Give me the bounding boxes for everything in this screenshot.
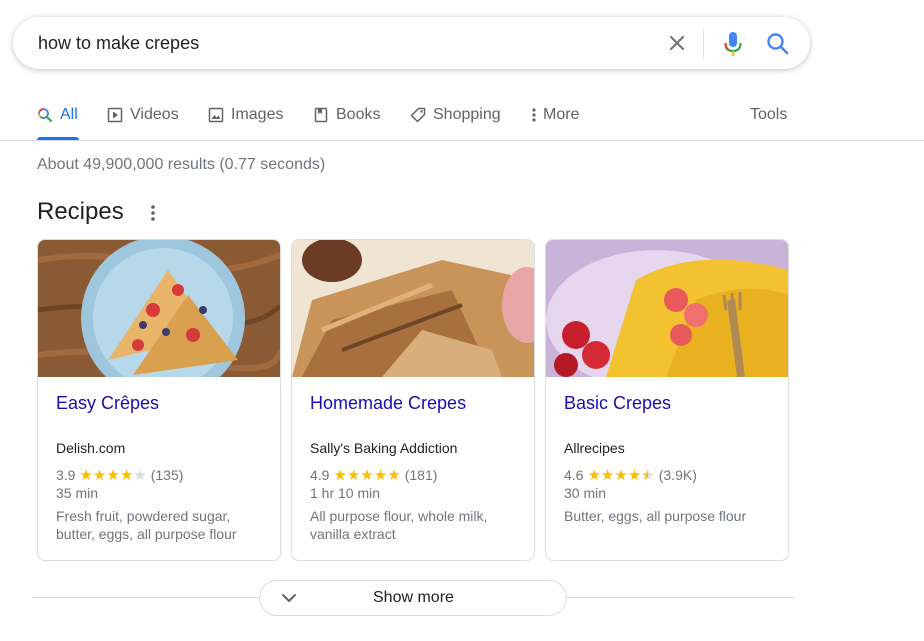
- review-count: (181): [404, 467, 438, 483]
- recipe-title[interactable]: Easy Crêpes: [56, 393, 159, 414]
- rating-value: 4.9: [310, 467, 330, 483]
- tools-button[interactable]: Tools: [750, 106, 787, 124]
- star-icon: ★: [333, 466, 347, 484]
- recipe-title[interactable]: Basic Crepes: [564, 393, 671, 414]
- search-divider: [703, 29, 704, 59]
- rating-value: 4.6: [564, 467, 584, 483]
- rating-value: 3.9: [56, 467, 76, 483]
- recipe-image: [292, 240, 534, 377]
- recipe-ingredients: Butter, eggs, all purpose flour: [564, 508, 747, 524]
- star-icon: ★: [119, 466, 134, 484]
- tab-label: More: [543, 106, 580, 123]
- tab-label: Books: [336, 106, 381, 123]
- tabs-divider: [0, 140, 924, 141]
- tab-shopping[interactable]: Shopping: [410, 106, 501, 124]
- star-icon: ★: [587, 466, 601, 484]
- tab-all[interactable]: All: [37, 106, 78, 124]
- recipe-image: [38, 240, 280, 377]
- show-more-button[interactable]: Show more: [259, 580, 567, 616]
- tab-label: Images: [231, 106, 284, 123]
- star-icon: ★: [133, 466, 147, 484]
- recipe-time: 35 min: [56, 485, 99, 501]
- star-icon: ★: [600, 466, 615, 484]
- recipe-time: 1 hr 10 min: [310, 485, 381, 501]
- book-icon: [314, 107, 328, 123]
- review-count: (135): [150, 467, 184, 483]
- tools-label: Tools: [750, 106, 788, 123]
- search-input[interactable]: how to make crepes: [38, 33, 199, 54]
- star-icon: ★: [79, 466, 93, 484]
- mic-icon[interactable]: [721, 29, 745, 59]
- search-tabs: All Videos Images Books Shopping More To…: [0, 96, 924, 140]
- more-vert-icon: [532, 108, 536, 122]
- star-icon: ★: [92, 466, 107, 484]
- star-icon: ★: [346, 466, 361, 484]
- recipe-image: [546, 240, 788, 377]
- recipe-ingredients: All purpose flour, whole milk, vanilla e…: [310, 508, 488, 542]
- play-icon: [107, 107, 123, 123]
- recipe-time: 30 min: [564, 485, 607, 501]
- tab-label: Shopping: [433, 106, 501, 123]
- more-vert-icon[interactable]: [146, 203, 160, 223]
- result-stats: About 49,900,000 results (0.77 seconds): [37, 156, 326, 173]
- star-icon: ★: [106, 466, 120, 484]
- recipe-card[interactable]: Basic Crepes Allrecipes 4.6 ★★★★★ (3.9K)…: [545, 239, 789, 561]
- recipe-source: Delish.com: [56, 440, 126, 456]
- tab-videos[interactable]: Videos: [107, 106, 179, 124]
- star-icon: ★: [387, 466, 401, 484]
- search-box[interactable]: how to make crepes: [13, 17, 810, 69]
- recipe-card[interactable]: Homemade Crepes Sally's Baking Addiction…: [291, 239, 535, 561]
- recipe-title[interactable]: Homemade Crepes: [310, 393, 466, 414]
- star-rating: ★★★★★: [587, 466, 654, 484]
- star-icon: ★: [614, 466, 628, 484]
- star-icon: ★: [373, 466, 388, 484]
- recipe-source: Allrecipes: [564, 440, 625, 456]
- recipe-card[interactable]: Easy Crêpes Delish.com 3.9 ★★★★★ (135) 3…: [37, 239, 281, 561]
- recipe-ingredients: Fresh fruit, powdered sugar, butter, egg…: [56, 508, 237, 542]
- section-title: Recipes: [37, 198, 124, 225]
- chevron-down-icon: [282, 594, 296, 602]
- show-more-label: Show more: [373, 589, 454, 606]
- star-rating: ★★★★★: [333, 466, 400, 484]
- search-icon: [38, 108, 52, 122]
- tab-more[interactable]: More: [530, 106, 579, 124]
- tab-images[interactable]: Images: [208, 106, 283, 124]
- tab-books[interactable]: Books: [313, 106, 380, 124]
- recipe-source: Sally's Baking Addiction: [310, 440, 458, 456]
- tag-icon: [410, 107, 426, 123]
- star-icon: ★: [641, 466, 655, 484]
- search-icon[interactable]: [765, 31, 791, 57]
- tab-label: All: [60, 106, 78, 123]
- close-icon[interactable]: [665, 31, 689, 55]
- recipe-rating: 4.9 ★★★★★ (181): [310, 466, 437, 484]
- tab-label: Videos: [130, 106, 179, 123]
- recipe-rating: 4.6 ★★★★★ (3.9K): [564, 466, 697, 484]
- image-icon: [208, 107, 224, 123]
- star-icon: ★: [360, 466, 374, 484]
- star-rating: ★★★★★: [79, 466, 146, 484]
- recipe-rating: 3.9 ★★★★★ (135): [56, 466, 183, 484]
- star-icon: ★: [627, 466, 642, 484]
- review-count: (3.9K): [658, 467, 697, 483]
